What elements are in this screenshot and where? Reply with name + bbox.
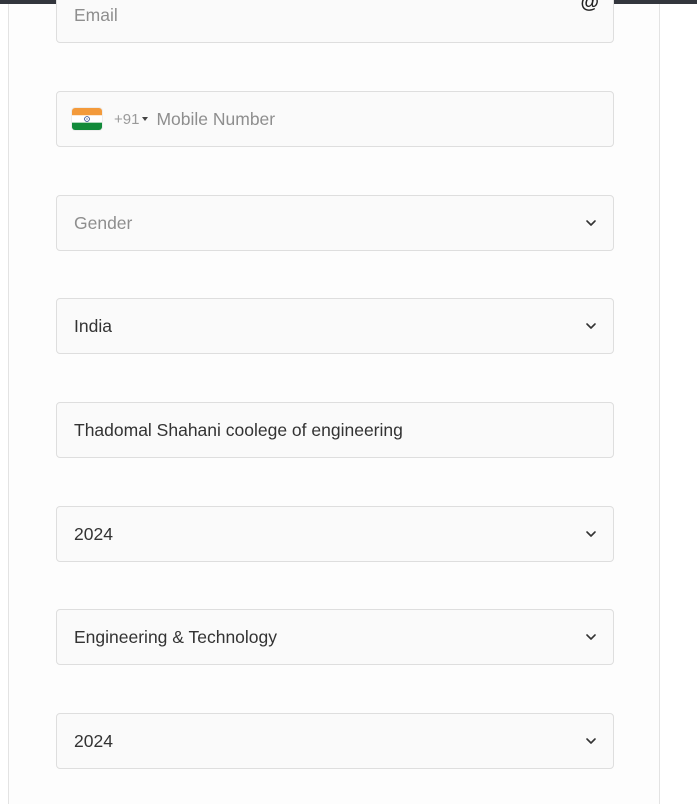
country-select[interactable]: India: [56, 298, 614, 354]
year-select[interactable]: 2024: [56, 506, 614, 562]
email-placeholder: Email: [74, 4, 118, 25]
graduation-year-select[interactable]: 2024: [56, 713, 614, 769]
graduation-year-value: 2024: [74, 730, 113, 751]
email-field[interactable]: Email @: [56, 0, 614, 43]
mobile-number-placeholder: Mobile Number: [156, 108, 276, 129]
at-sign-icon: @: [580, 0, 599, 13]
stream-select-value: Engineering & Technology: [74, 626, 278, 647]
year-select-value: 2024: [74, 523, 113, 544]
college-name-input[interactable]: Thadomal Shahani coolege of engineering: [56, 402, 614, 458]
chevron-down-icon: [586, 634, 596, 640]
country-code-selector[interactable]: +91: [114, 110, 149, 128]
stream-select[interactable]: Engineering & Technology: [56, 609, 614, 665]
chevron-down-icon: [586, 531, 596, 537]
gender-select-value: Gender: [74, 212, 133, 233]
dial-code: +91: [114, 110, 140, 128]
country-select-value: India: [74, 315, 112, 336]
india-flag-icon[interactable]: [72, 108, 102, 130]
chevron-down-icon: [586, 738, 596, 744]
mobile-number-field[interactable]: +91 Mobile Number: [56, 91, 614, 147]
college-name-value: Thadomal Shahani coolege of engineering: [74, 419, 403, 440]
chevron-down-icon: [586, 220, 596, 226]
chevron-down-icon: [586, 323, 596, 329]
gender-select[interactable]: Gender: [56, 195, 614, 251]
caret-down-icon: [142, 117, 149, 121]
